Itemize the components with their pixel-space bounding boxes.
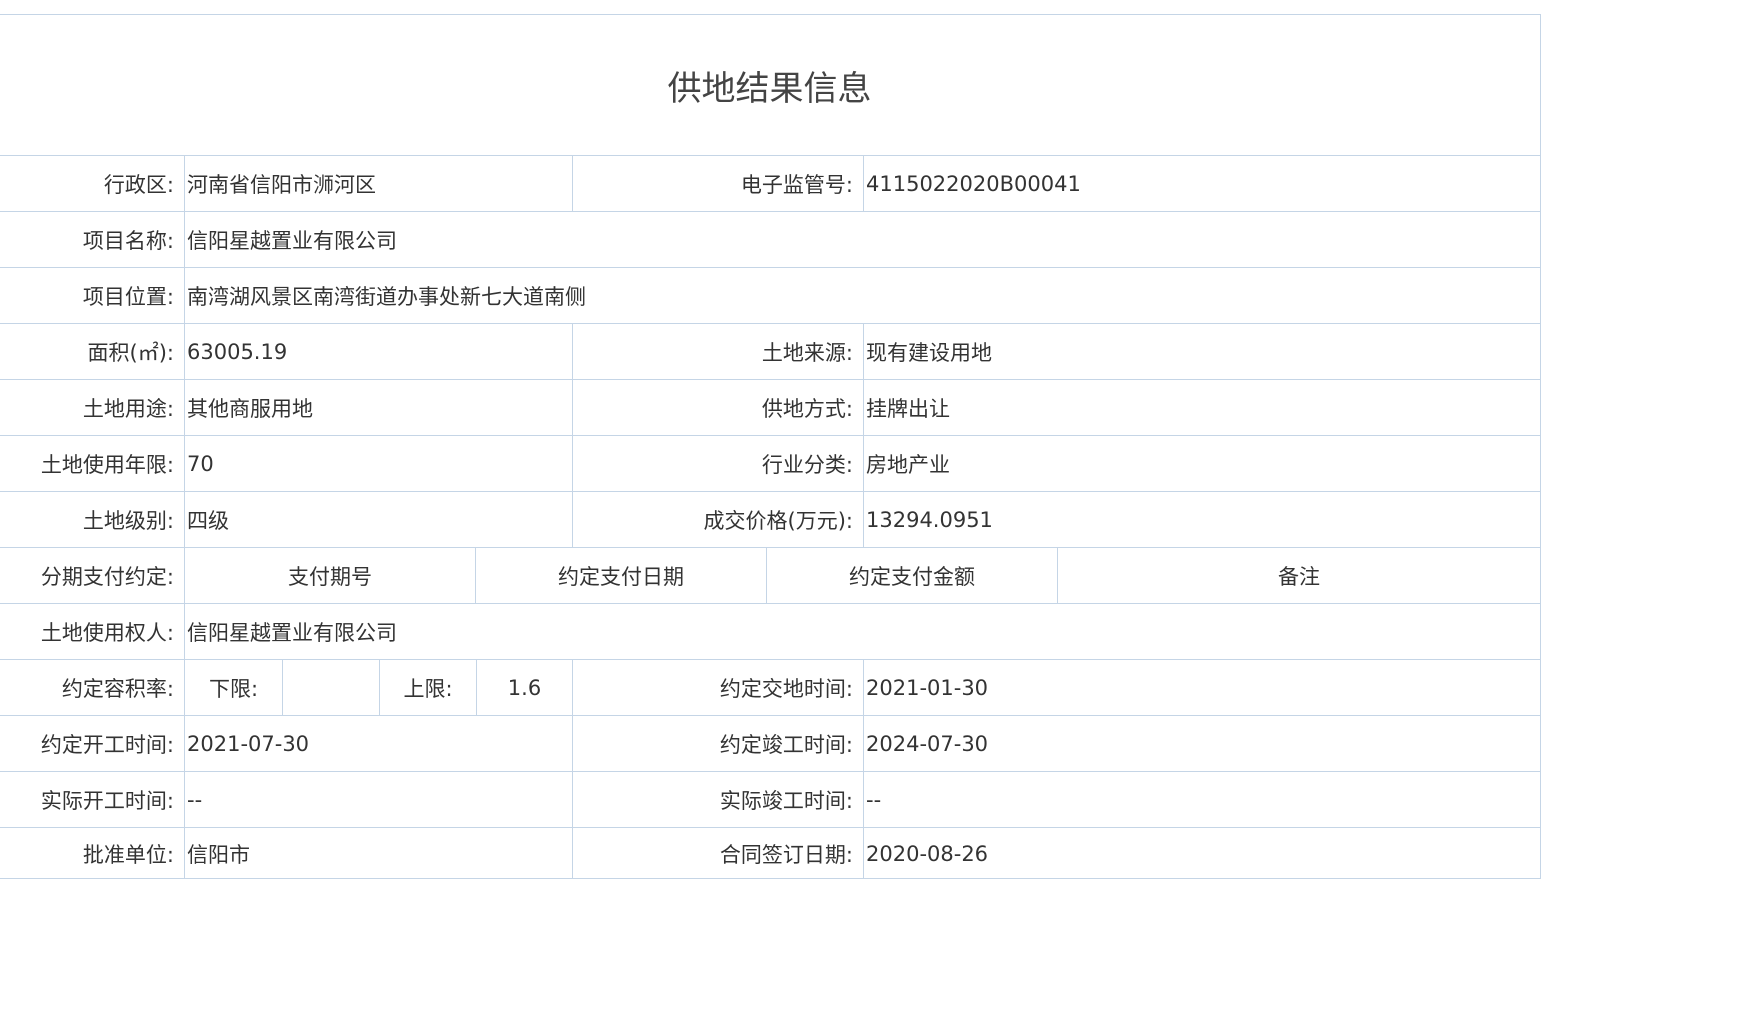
project-location-label: 项目位置: (82, 284, 174, 309)
land-grade-value: 四级 (187, 508, 229, 533)
actual-completion-label: 实际竣工时间: (719, 788, 853, 813)
land-source-value: 现有建设用地 (866, 340, 992, 365)
project-name-label: 项目名称: (82, 228, 174, 253)
table-row: 实际开工时间: -- 实际竣工时间: -- (0, 771, 1540, 827)
table-row: 约定开工时间: 2021-07-30 约定竣工时间: 2024-07-30 (0, 715, 1540, 771)
table-row: 土地用途: 其他商服用地 供地方式: 挂牌出让 (0, 379, 1540, 435)
term-value: 70 (187, 451, 214, 476)
table-row: 项目名称: 信阳星越置业有限公司 (0, 211, 1540, 267)
completion-date-label: 约定竣工时间: (719, 732, 853, 757)
table-row: 行政区: 河南省信阳市浉河区 电子监管号: 4115022020B00041 (0, 155, 1540, 211)
district-label: 行政区: (103, 172, 174, 197)
table-row: 土地使用年限: 70 行业分类: 房地产业 (0, 435, 1540, 491)
contract-date-label: 合同签订日期: (719, 842, 853, 867)
installment-period-header: 支付期号 (288, 564, 372, 589)
land-user-value: 信阳星越置业有限公司 (187, 620, 397, 645)
start-date-label: 约定开工时间: (40, 732, 174, 757)
land-source-label: 土地来源: (761, 340, 853, 365)
installment-remark-header: 备注 (1278, 564, 1320, 589)
land-use-value: 其他商服用地 (187, 396, 313, 421)
delivery-date-value: 2021-01-30 (866, 675, 989, 700)
contract-date-value: 2020-08-26 (866, 841, 989, 866)
far-lower-label: 下限: (208, 676, 259, 701)
supervision-no-value: 4115022020B00041 (866, 171, 1081, 196)
approver-label: 批准单位: (82, 842, 174, 867)
actual-start-value: -- (187, 787, 203, 812)
land-use-label: 土地用途: (82, 396, 174, 421)
industry-value: 房地产业 (866, 452, 950, 477)
project-location-value: 南湾湖风景区南湾街道办事处新七大道南侧 (187, 284, 586, 309)
table-row: 面积(㎡): 63005.19 土地来源: 现有建设用地 (0, 323, 1540, 379)
installments-label: 分期支付约定: (40, 564, 174, 589)
actual-start-label: 实际开工时间: (40, 788, 174, 813)
page-title: 供地结果信息 (667, 68, 872, 109)
actual-completion-value: -- (866, 787, 882, 812)
far-upper-value: 1.6 (507, 675, 542, 700)
land-user-label: 土地使用权人: (40, 620, 174, 645)
far-upper-label: 上限: (403, 676, 453, 701)
installment-amount-header: 约定支付金额 (849, 564, 975, 589)
table-row: 批准单位: 信阳市 合同签订日期: 2020-08-26 (0, 827, 1540, 879)
installment-date-header: 约定支付日期 (558, 564, 684, 589)
land-supply-result-table: 供地结果信息 行政区: 河南省信阳市浉河区 电子监管号: 4115022020B… (0, 14, 1541, 879)
supply-method-label: 供地方式: (761, 396, 853, 421)
price-value: 13294.0951 (866, 507, 993, 532)
term-label: 土地使用年限: (40, 452, 174, 477)
project-name-value: 信阳星越置业有限公司 (187, 228, 397, 253)
table-row: 土地使用权人: 信阳星越置业有限公司 (0, 603, 1540, 659)
table-row: 土地级别: 四级 成交价格(万元): 13294.0951 (0, 491, 1540, 547)
area-label: 面积(㎡): (87, 340, 174, 365)
table-row: 约定容积率: 下限: 上限: 1.6 约定交地时间: 2021-01-30 (0, 659, 1540, 715)
approver-value: 信阳市 (187, 842, 250, 867)
price-label: 成交价格(万元): (703, 508, 853, 533)
supply-method-value: 挂牌出让 (866, 396, 950, 421)
start-date-value: 2021-07-30 (187, 731, 310, 756)
far-label: 约定容积率: (61, 676, 174, 701)
district-value: 河南省信阳市浉河区 (187, 172, 376, 197)
area-value: 63005.19 (187, 339, 288, 364)
land-grade-label: 土地级别: (82, 508, 174, 533)
far-lower-value (283, 660, 379, 715)
supervision-no-label: 电子监管号: (740, 172, 853, 197)
table-row: 项目位置: 南湾湖风景区南湾街道办事处新七大道南侧 (0, 267, 1540, 323)
table-row: 分期支付约定: 支付期号 约定支付日期 约定支付金额 备注 (0, 547, 1540, 603)
completion-date-value: 2024-07-30 (866, 731, 989, 756)
delivery-date-label: 约定交地时间: (719, 676, 853, 701)
industry-label: 行业分类: (761, 452, 853, 477)
